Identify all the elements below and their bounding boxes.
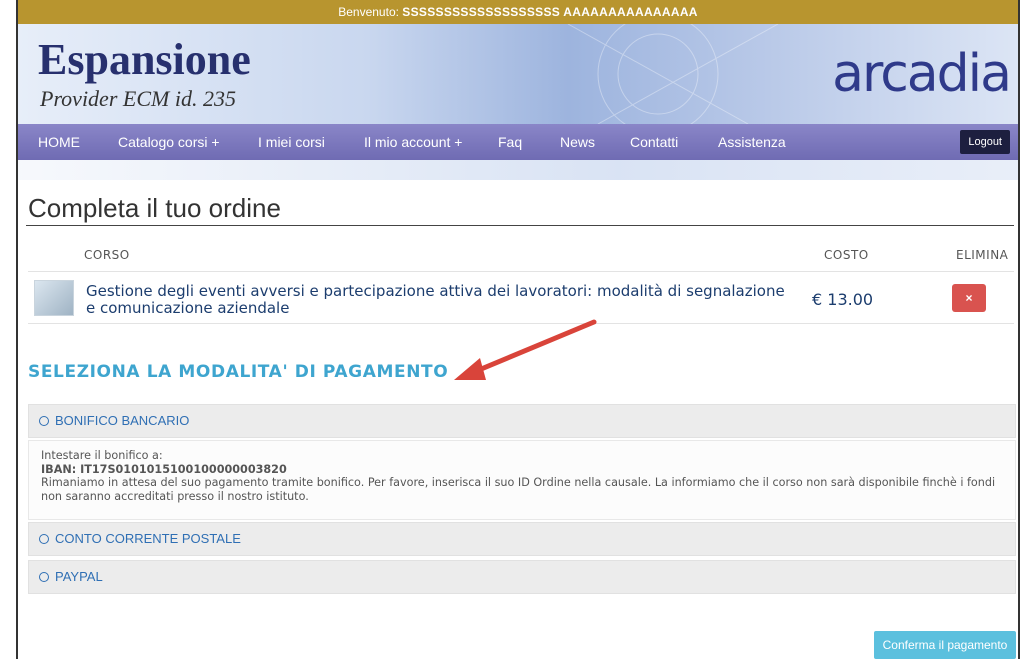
main-nav: HOME Catalogo corsi + I miei corsi Il mi… — [18, 124, 1018, 160]
payment-option-paypal[interactable]: PAYPAL — [28, 560, 1016, 594]
delete-course-button[interactable]: × — [952, 284, 986, 312]
bank-transfer-intro: Intestare il bonifico a: — [41, 449, 163, 462]
payment-section-title: SELEZIONA LA MODALITA' DI PAGAMENTO — [28, 362, 449, 382]
close-icon: × — [965, 291, 973, 305]
bank-transfer-details: Intestare il bonifico a: IBAN: IT17S0101… — [28, 440, 1016, 520]
brand-title: Espansione — [38, 35, 251, 84]
header-band — [18, 160, 1018, 180]
nav-mio-account[interactable]: Il mio account + — [364, 124, 462, 160]
title-divider — [26, 225, 1014, 226]
column-header-cost: COSTO — [824, 248, 869, 262]
course-title-link[interactable]: Gestione degli eventi avversi e partecip… — [86, 283, 786, 317]
nav-catalogo-corsi[interactable]: Catalogo corsi + — [118, 124, 220, 160]
logout-button[interactable]: Logout — [960, 130, 1010, 154]
payment-option-conto-postale[interactable]: CONTO CORRENTE POSTALE — [28, 522, 1016, 556]
radio-icon[interactable] — [39, 572, 49, 582]
radio-icon[interactable] — [39, 534, 49, 544]
welcome-bar: Benvenuto: SSSSSSSSSSSSSSSSSSS AAAAAAAAA… — [18, 0, 1018, 24]
bank-transfer-note: Rimaniamo in attesa del suo pagamento tr… — [41, 476, 996, 503]
column-header-course: CORSO — [84, 248, 130, 262]
payment-option-label: BONIFICO BANCARIO — [55, 413, 190, 428]
annotation-arrow — [454, 319, 597, 380]
page-title: Completa il tuo ordine — [28, 193, 281, 223]
brand-subtitle: Provider ECM id. 235 — [40, 86, 236, 111]
payment-option-label: PAYPAL — [55, 569, 103, 584]
table-divider — [28, 271, 1014, 272]
page-frame: Benvenuto: SSSSSSSSSSSSSSSSSSS AAAAAAAAA… — [16, 0, 1020, 659]
radio-icon[interactable] — [39, 416, 49, 426]
confirm-payment-button[interactable]: Conferma il pagamento — [874, 631, 1016, 659]
course-price: € 13.00 — [812, 290, 874, 309]
nav-contatti[interactable]: Contatti — [630, 124, 678, 160]
course-thumbnail — [34, 280, 74, 316]
site-banner: Espansione Provider ECM id. 235 arcadia — [18, 24, 1018, 124]
payment-option-bonifico[interactable]: BONIFICO BANCARIO — [28, 404, 1016, 438]
nav-news[interactable]: News — [560, 124, 595, 160]
welcome-label: Benvenuto: — [338, 5, 399, 19]
banner-decoration — [567, 24, 779, 124]
iban-value: IBAN: IT17S0101015100100000003820 — [41, 462, 287, 476]
nav-faq[interactable]: Faq — [498, 124, 522, 160]
arcadia-logo[interactable]: arcadia — [832, 48, 1012, 100]
user-name: SSSSSSSSSSSSSSSSSSS AAAAAAAAAAAAAAA — [402, 5, 698, 19]
column-header-delete: ELIMINA — [956, 248, 1009, 262]
nav-miei-corsi[interactable]: I miei corsi — [258, 124, 325, 160]
nav-assistenza[interactable]: Assistenza — [718, 124, 786, 160]
nav-home[interactable]: HOME — [38, 124, 80, 160]
payment-option-label: CONTO CORRENTE POSTALE — [55, 531, 241, 546]
